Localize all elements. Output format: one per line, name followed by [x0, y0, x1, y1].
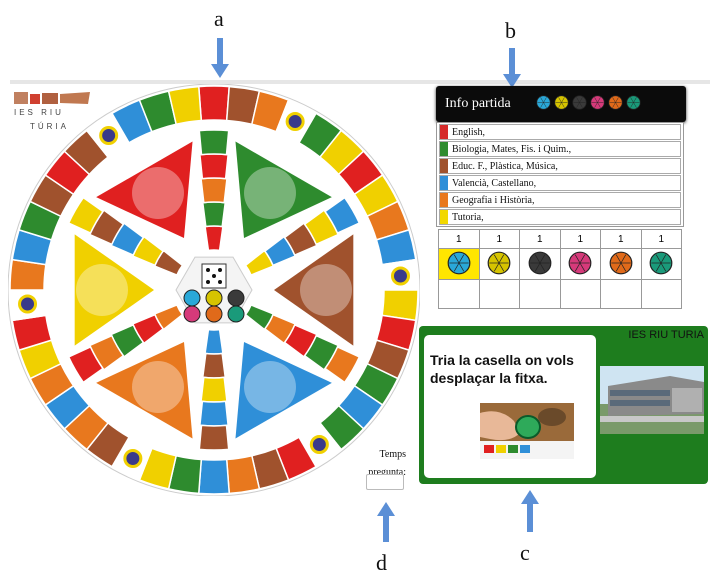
dice-pip [218, 280, 222, 284]
category-row: Geografia i Història, [439, 192, 681, 208]
flags-portrait-icon [132, 167, 184, 220]
board-spoke-square[interactable] [199, 400, 229, 427]
category-row: Educ. F., Plàstica, Música, [439, 158, 681, 174]
player-empty-cell [478, 279, 520, 309]
board-spoke-square[interactable] [204, 328, 224, 355]
school-building-photo [600, 366, 704, 434]
students-group-icon [76, 264, 128, 316]
question-panel: IES RIU TURIA Tria la casella on vols de… [419, 326, 708, 484]
player-token-on-board[interactable] [183, 289, 201, 307]
player-token-cell[interactable] [438, 248, 480, 280]
board-spoke-square[interactable] [200, 376, 228, 403]
category-row: Biologia, Mates, Fis. i Quim., [439, 141, 681, 157]
timer-field[interactable] [366, 474, 404, 490]
info-token-1 [536, 95, 551, 115]
info-token-list [536, 95, 641, 115]
board-spoke-square[interactable] [198, 129, 230, 156]
roll-again-icon [390, 266, 410, 286]
player-empty-cell [438, 279, 480, 309]
dice-pip [212, 274, 216, 278]
info-token-4 [590, 95, 605, 115]
dice-pip [206, 268, 210, 272]
player-token-cell[interactable] [519, 248, 561, 280]
player-token-on-board[interactable] [205, 289, 223, 307]
board-spoke-square[interactable] [199, 153, 229, 180]
board-spoke-square[interactable] [201, 352, 227, 379]
category-label: Valencià, Castellano, [452, 177, 537, 189]
player-empty-cell [600, 279, 642, 309]
player-score-cell: 1 [600, 229, 642, 249]
player-score-cell: 1 [438, 229, 480, 249]
hand-moving-token-image [480, 403, 574, 459]
dice-pip [218, 268, 222, 272]
category-legend: English, Biologia, Mates, Fis. i Quim., Ed… [436, 122, 684, 227]
player-score-cell: 1 [519, 229, 561, 249]
board-outer-square[interactable] [197, 458, 231, 495]
player-token-cell[interactable] [478, 248, 520, 280]
player-token-on-board[interactable] [205, 305, 223, 323]
annotation-label-a: a [214, 6, 224, 31]
category-swatch [440, 193, 448, 207]
discobolus-statue-icon [300, 264, 352, 316]
board-spoke-square[interactable] [204, 225, 224, 252]
annotation-label-d: d [376, 550, 387, 575]
player-token-on-board[interactable] [183, 305, 201, 323]
info-token-6 [626, 95, 641, 115]
player-score-cell: 1 [478, 229, 520, 249]
roll-again-icon [309, 435, 329, 455]
rolling-stones-tongue-icon [244, 360, 296, 413]
info-partida-header: Info partida [436, 86, 686, 122]
category-swatch [440, 176, 448, 190]
category-swatch [440, 142, 448, 156]
category-row: Tutoria, [439, 209, 681, 225]
category-label: Educ. F., Plàstica, Música, [452, 160, 558, 172]
category-swatch [440, 159, 448, 173]
roll-again-icon [99, 125, 119, 145]
board-spoke-square[interactable] [200, 177, 228, 204]
question-card: Tria la casella on vols desplaçar la fit… [424, 335, 596, 478]
player-score-table: 111111 [438, 229, 682, 309]
info-token-3 [572, 95, 587, 115]
info-token-5 [608, 95, 623, 115]
school-name: IES RIU TURIA [628, 329, 704, 341]
category-swatch [440, 210, 448, 224]
category-label: English, [452, 126, 486, 138]
player-empty-cell [559, 279, 601, 309]
gladiator-warrior-icon [132, 360, 184, 413]
info-token-2 [554, 95, 569, 115]
annotation-label-c: c [520, 540, 530, 565]
roll-again-icon [123, 448, 143, 468]
globe-hands-icon [244, 167, 296, 220]
trivial-board[interactable] [8, 84, 420, 496]
player-token-on-board[interactable] [227, 289, 245, 307]
player-empty-cell [640, 279, 682, 309]
board-spoke-square[interactable] [201, 201, 227, 228]
arrow-a [211, 38, 229, 78]
player-token-cell[interactable] [640, 248, 682, 280]
category-label: Tutoria, [452, 211, 484, 223]
annotation-label-b: b [505, 18, 516, 43]
roll-again-icon [18, 294, 38, 314]
player-empty-cell [519, 279, 561, 309]
arrow-d [377, 502, 395, 542]
arrow-c [521, 490, 539, 532]
player-token-cell[interactable] [559, 248, 601, 280]
category-row: Valencià, Castellano, [439, 175, 681, 191]
board-outer-square[interactable] [197, 85, 231, 122]
roll-again-icon [285, 112, 305, 132]
dice-pip [206, 280, 210, 284]
player-token-cell[interactable] [600, 248, 642, 280]
player-token-on-board[interactable] [227, 305, 245, 323]
category-label: Geografia i Història, [452, 194, 535, 206]
board-spoke-square[interactable] [198, 424, 230, 451]
player-score-cell: 1 [559, 229, 601, 249]
question-text: Tria la casella on vols desplaçar la fit… [430, 352, 574, 386]
player-score-cell: 1 [640, 229, 682, 249]
category-label: Biologia, Mates, Fis. i Quim., [452, 143, 572, 155]
category-swatch [440, 125, 448, 139]
category-row: English, [439, 124, 681, 140]
info-title: Info partida [445, 96, 511, 111]
